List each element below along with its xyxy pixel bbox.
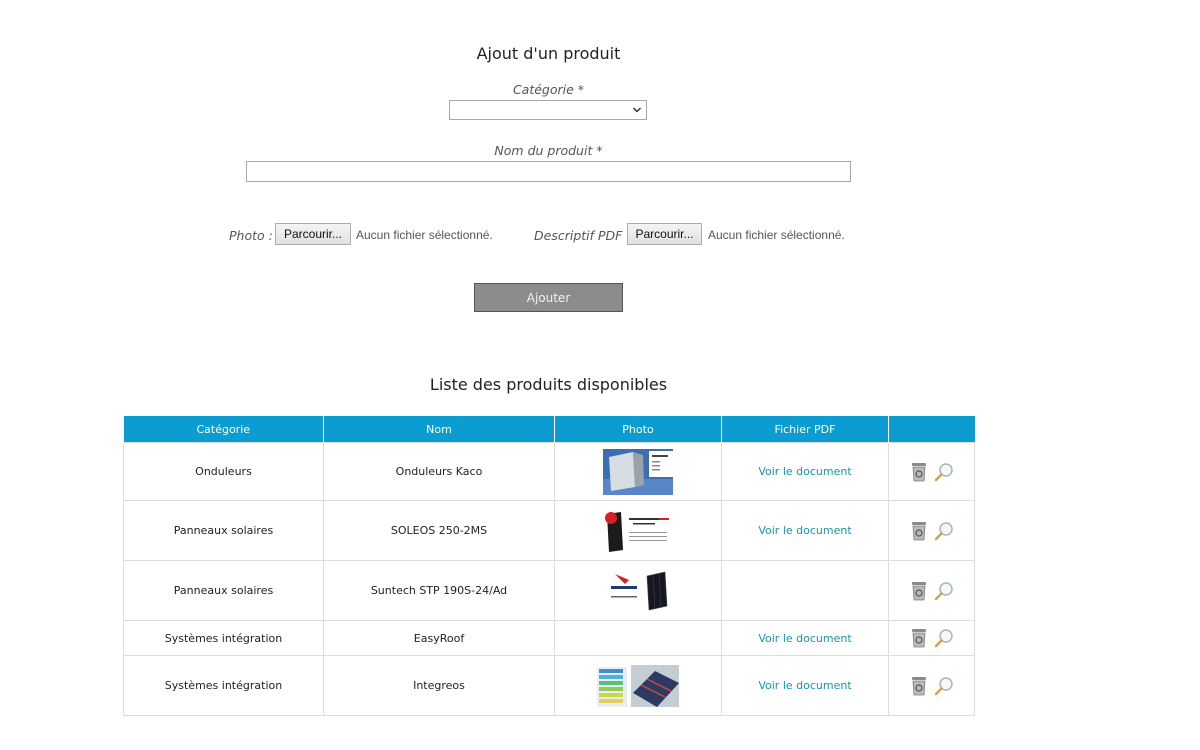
header-name: Nom [323,416,555,443]
category-select[interactable] [449,100,647,120]
table-row: Systèmes intégration Integreos Voir le d… [123,655,975,716]
category-label: Catégorie * [512,82,585,97]
cell-category: Systèmes intégration [123,620,324,656]
cell-photo [554,500,722,561]
cell-actions [888,500,975,561]
table-row: Onduleurs Onduleurs Kaco Voir le documen… [123,442,975,501]
cell-name: Suntech STP 190S-24/Ad [323,560,555,621]
view-document-link[interactable]: Voir le document [758,524,851,537]
trash-icon[interactable] [910,521,928,541]
view-document-link[interactable]: Voir le document [758,465,851,478]
photo-file-status: Aucun fichier sélectionné. [356,228,493,242]
view-document-link[interactable]: Voir le document [758,632,851,645]
photo-label: Photo : [229,228,273,243]
cell-photo [554,620,722,656]
suntech-panel-photo [603,569,673,612]
trash-icon[interactable] [910,462,928,482]
table-row: Panneaux solaires Suntech STP 190S-24/Ad [123,560,975,621]
header-photo: Photo [554,416,722,443]
table-header-row: Catégorie Nom Photo Fichier PDF [123,416,975,443]
cell-pdf [721,560,889,621]
list-title: Liste des produits disponibles [429,375,668,394]
pdf-label: Descriptif PDF : [534,228,631,243]
products-table: Catégorie Nom Photo Fichier PDF Onduleur… [123,416,975,716]
form-title: Ajout d'un produit [476,44,621,63]
pdf-file-status: Aucun fichier sélectionné. [708,228,845,242]
table-row: Panneaux solaires SOLEOS 250-2MS Voir le… [123,500,975,561]
trash-icon[interactable] [910,581,928,601]
cell-name: SOLEOS 250-2MS [323,500,555,561]
header-actions [888,416,975,443]
chevron-down-icon [632,107,642,113]
cell-category: Panneaux solaires [123,560,324,621]
cell-category: Systèmes intégration [123,655,324,716]
inverter-photo [603,448,673,495]
magnifier-icon[interactable] [934,462,954,482]
trash-icon[interactable] [910,676,928,696]
product-name-label: Nom du produit * [494,143,603,158]
view-document-link[interactable]: Voir le document [758,679,851,692]
cell-pdf: Voir le document [721,442,889,501]
cell-actions [888,620,975,656]
cell-name: Integreos [323,655,555,716]
cell-pdf: Voir le document [721,500,889,561]
pdf-browse-button[interactable]: Parcourir... [627,223,702,245]
cell-actions [888,655,975,716]
magnifier-icon[interactable] [934,628,954,648]
add-product-button[interactable]: Ajouter [474,283,623,312]
photo-browse-button[interactable]: Parcourir... [275,223,351,245]
soleos-panel-photo [603,509,673,552]
magnifier-icon[interactable] [934,581,954,601]
cell-pdf: Voir le document [721,655,889,716]
table-row: Systèmes intégration EasyRoof Voir le do… [123,620,975,656]
trash-icon[interactable] [910,628,928,648]
cell-actions [888,442,975,501]
product-name-input[interactable] [246,161,851,182]
cell-name: Onduleurs Kaco [323,442,555,501]
cell-photo [554,442,722,501]
integreos-photo [595,662,681,709]
cell-category: Panneaux solaires [123,500,324,561]
cell-pdf: Voir le document [721,620,889,656]
cell-name: EasyRoof [323,620,555,656]
header-category: Catégorie [123,416,324,443]
magnifier-icon[interactable] [934,676,954,696]
cell-photo [554,655,722,716]
cell-actions [888,560,975,621]
magnifier-icon[interactable] [934,521,954,541]
header-pdf: Fichier PDF [721,416,889,443]
cell-photo [554,560,722,621]
cell-category: Onduleurs [123,442,324,501]
